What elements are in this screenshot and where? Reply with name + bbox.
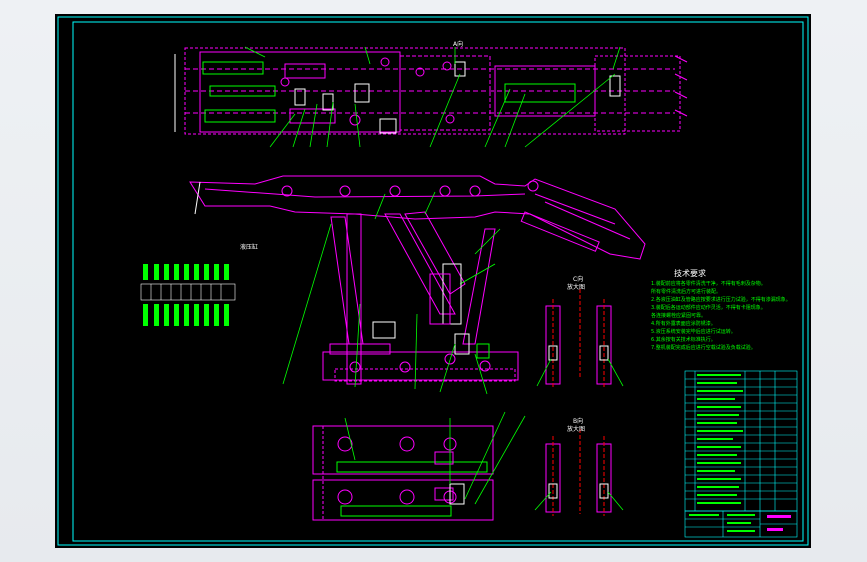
technical-requirement-line: 所有零件清洗后方可进行装配。: [651, 289, 722, 295]
technical-requirements-title: 技术要求: [674, 269, 706, 278]
technical-requirement-line: 各连接螺栓应紧固可靠。: [651, 313, 707, 319]
title-block-marks: [767, 515, 791, 531]
view-c-detail: [545, 289, 612, 389]
base-plan-view: [312, 425, 494, 521]
technical-requirement-line: 1.装配前应将各零件清洗干净，不得有毛刺及杂物。: [651, 281, 766, 287]
technical-requirement-line: 7.整机装配完成后应进行空载试验及负载试验。: [651, 345, 756, 351]
technical-requirement-line: 6.其余按有关技术标准执行。: [651, 337, 716, 343]
title-block-text: [689, 514, 755, 532]
parts-list-text: [697, 374, 743, 504]
technical-requirement-line: 4.所有外露表面应涂防锈漆。: [651, 321, 716, 327]
view-b-detail: [545, 429, 612, 516]
cad-viewport: 液压缸 A向 C向 放大图 B向 放大图 技术要求 1.装配前应将各零件清洗干净…: [0, 0, 867, 562]
hydraulic-legend-title: 液压缸: [240, 244, 259, 251]
technical-requirement-line: 5.液压系统安装完毕后应进行试运转。: [651, 329, 736, 335]
hydraulic-legend: [140, 283, 236, 301]
view-b-leaders: [534, 491, 624, 511]
hydraulic-legend-glyphs: [143, 264, 229, 326]
top-view-assembly: [174, 47, 688, 135]
technical-requirement-line: 3.装配后各运动部件应动作灵活，不得有卡阻现象。: [651, 305, 766, 311]
view-label-a: A向: [453, 41, 464, 48]
technical-requirement-line: 2.各液压油缸及管路应按要求进行压力试验，不得有渗漏现象。: [651, 297, 791, 303]
view-label-b-sub: 放大图: [567, 426, 586, 433]
view-label-c-sub: 放大图: [567, 284, 586, 291]
drawing-sheet[interactable]: 液压缸 A向 C向 放大图 B向 放大图 技术要求 1.装配前应将各零件清洗干净…: [55, 14, 811, 548]
side-view-leaders: [282, 191, 501, 395]
